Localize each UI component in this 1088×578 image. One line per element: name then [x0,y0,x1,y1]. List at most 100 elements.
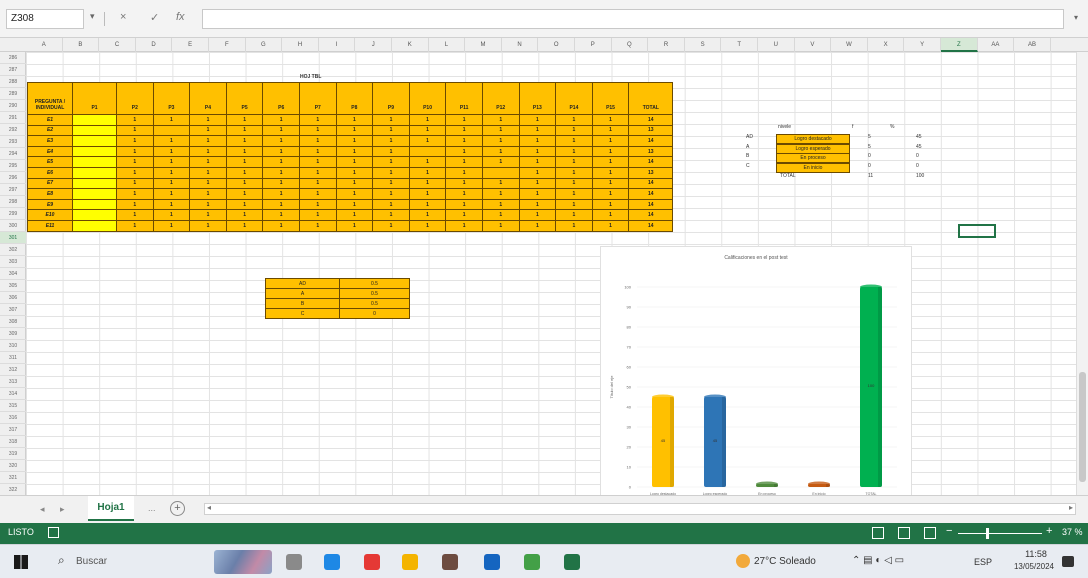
table-cell[interactable]: 1 [116,124,154,137]
table-header-cell[interactable]: P3 [152,82,191,115]
table-cell[interactable]: 1 [555,188,593,200]
zoom-out-icon[interactable]: − [946,525,952,537]
column-header[interactable]: K [392,38,429,52]
table-cell[interactable]: 1 [298,135,337,147]
summary-cell[interactable]: 0 [339,308,410,319]
table-cell[interactable]: 1 [481,145,520,158]
table-cell[interactable]: 1 [225,209,264,221]
row-header[interactable]: 288 [0,76,26,88]
page-layout-view-icon[interactable] [898,527,910,539]
taskbar-app-icon[interactable] [286,554,302,570]
column-header[interactable]: R [648,38,685,52]
column-header[interactable]: G [246,38,283,52]
row-header[interactable]: 286 [0,52,26,64]
table-cell[interactable]: 1 [445,166,483,179]
column-header[interactable]: O [538,38,575,52]
table-cell[interactable] [152,124,191,137]
level-label[interactable]: En proceso [776,153,850,163]
table-cell[interactable]: 1 [116,209,154,221]
row-header[interactable]: 296 [0,172,26,184]
table-cell[interactable]: 1 [372,135,410,147]
row-header[interactable]: 321 [0,472,26,484]
row-header[interactable]: 308 [0,316,26,328]
summary-cell[interactable]: 0.5 [339,298,410,309]
table-cell[interactable]: 1 [225,219,264,232]
table-header-cell[interactable]: P11 [445,82,483,115]
level-f[interactable]: 0 [868,163,871,169]
table-cell[interactable]: 1 [481,209,520,221]
table-cell[interactable]: 1 [225,188,264,200]
row-header[interactable]: 298 [0,196,26,208]
table-cell[interactable]: 1 [372,166,410,179]
table-header-cell[interactable]: P4 [189,82,227,115]
table-cell[interactable]: 1 [189,177,227,190]
row-header[interactable]: 319 [0,448,26,460]
table-cell[interactable]: 1 [591,177,630,190]
row-header[interactable]: 316 [0,412,26,424]
column-header[interactable]: Z [941,38,978,52]
table-cell[interactable]: 1 [372,114,410,126]
column-header[interactable]: H [282,38,319,52]
notification-icon[interactable] [1062,556,1074,567]
row-header[interactable]: 318 [0,436,26,448]
table-cell[interactable]: 1 [372,219,410,232]
table-cell[interactable]: 1 [189,198,227,211]
column-header[interactable]: N [502,38,539,52]
table-cell[interactable]: 14 [628,177,674,190]
row-header[interactable]: 312 [0,364,26,376]
level-f[interactable]: 5 [868,144,871,150]
column-header[interactable]: L [429,38,466,52]
table-cell[interactable]: 1 [591,145,630,158]
table-cell[interactable]: 1 [225,177,264,190]
column-header[interactable]: X [868,38,905,52]
table-cell[interactable]: 1 [335,177,374,190]
levels-header-pct[interactable]: % [890,124,894,130]
table-cell[interactable]: 1 [262,135,300,147]
table-cell[interactable]: 1 [298,124,337,137]
more-sheets-icon[interactable]: ... [148,503,156,513]
column-header[interactable]: AA [978,38,1015,52]
levels-total-f[interactable]: 11 [868,173,873,179]
table-cell[interactable]: 1 [372,209,410,221]
table-cell[interactable]: 1 [445,188,483,200]
table-cell[interactable]: 14 [628,209,674,221]
table-cell[interactable]: 1 [372,188,410,200]
table-cell[interactable] [481,166,520,179]
table-cell[interactable]: 1 [481,135,520,147]
taskbar-app-icon[interactable] [484,554,500,570]
table-cell[interactable]: 1 [189,114,227,126]
table-cell[interactable]: 1 [189,166,227,179]
table-header-cell[interactable]: P2 [116,82,154,115]
taskbar-app-icon[interactable] [524,554,540,570]
taskbar-app-icon[interactable] [402,554,418,570]
table-cell[interactable] [72,156,117,168]
fx-icon[interactable]: fx [176,11,185,23]
column-header[interactable]: C [99,38,136,52]
table-cell[interactable]: 1 [518,209,557,221]
row-header[interactable]: 297 [0,184,26,196]
column-header[interactable]: M [465,38,502,52]
row-header[interactable]: 305 [0,280,26,292]
table-cell[interactable]: 1 [152,177,191,190]
row-header[interactable]: 304 [0,268,26,280]
summary-cell[interactable]: 0.5 [339,288,410,299]
column-header[interactable]: Q [612,38,649,52]
level-code[interactable]: A [746,144,749,150]
table-cell[interactable]: 1 [481,219,520,232]
table-cell[interactable]: 1 [298,219,337,232]
table-cell[interactable]: 1 [591,209,630,221]
table-header-cell[interactable]: P13 [518,82,557,115]
table-cell[interactable]: 1 [481,124,520,137]
table-cell[interactable]: 1 [262,166,300,179]
column-header[interactable]: D [136,38,173,52]
name-box-dropdown-icon[interactable]: ▾ [90,11,95,22]
scroll-right-icon[interactable]: ▸ [1069,503,1073,512]
table-cell[interactable]: 1 [555,135,593,147]
level-pct[interactable]: 45 [916,144,922,150]
add-sheet-button[interactable]: + [170,501,185,516]
table-cell[interactable] [72,209,117,221]
table-cell[interactable]: 1 [408,135,447,147]
table-cell[interactable]: E2 [27,124,73,137]
row-header[interactable]: 315 [0,400,26,412]
table-cell[interactable]: E6 [27,166,73,179]
